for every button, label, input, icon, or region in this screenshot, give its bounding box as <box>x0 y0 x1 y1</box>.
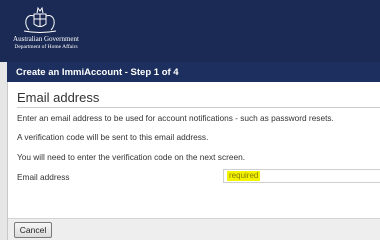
email-panel: Email address Enter an email address to … <box>7 82 380 218</box>
email-field-label: Email address <box>17 172 70 182</box>
step-title: Create an ImmiAccount - Step 1 of 4 <box>16 67 179 78</box>
section-divider <box>17 107 380 108</box>
government-name: Australian Government Department of Home… <box>6 35 86 51</box>
step-title-bar: Create an ImmiAccount - Step 1 of 4 <box>7 62 380 82</box>
coat-of-arms-icon <box>23 6 57 33</box>
government-name-line-2: Department of Home Affairs <box>14 44 78 50</box>
instruction-text: Enter an email address to be used for ac… <box>17 113 334 123</box>
government-header: Australian Government Department of Home… <box>0 0 380 62</box>
next-screen-text: You will need to enter the verification … <box>17 152 246 162</box>
main-content: Create an ImmiAccount - Step 1 of 4 Emai… <box>7 62 380 240</box>
form-footer: Cancel <box>7 218 380 240</box>
government-name-line-1: Australian Government <box>13 35 79 43</box>
cancel-button[interactable]: Cancel <box>14 222 52 238</box>
section-title: Email address <box>17 90 100 105</box>
verification-text: A verification code will be sent to this… <box>17 132 209 142</box>
required-indicator: required <box>227 171 261 181</box>
